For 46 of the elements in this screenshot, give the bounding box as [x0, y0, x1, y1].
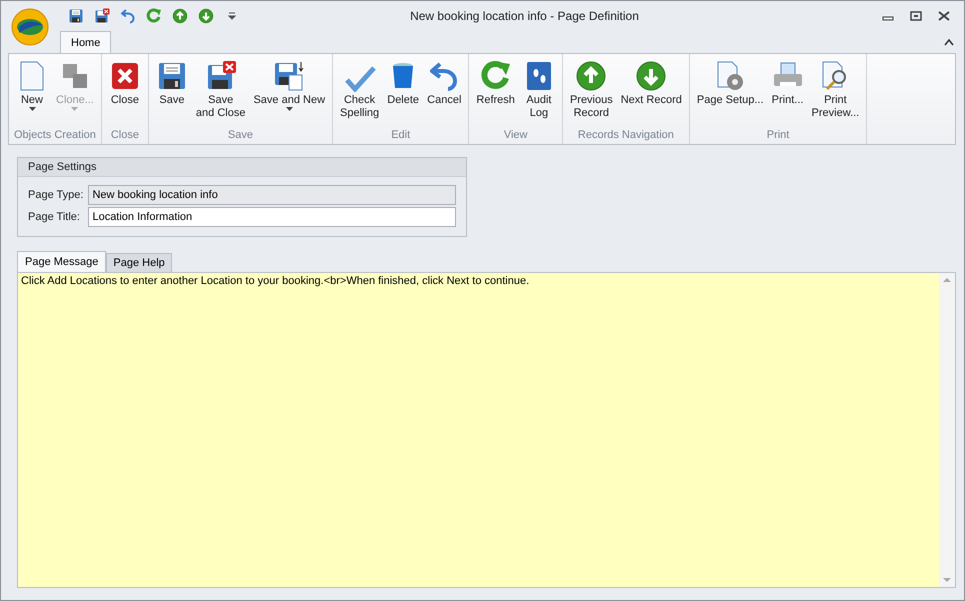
ribbon-button[interactable]: Page Setup... [694, 54, 767, 128]
up-arrow-circle-icon [575, 60, 608, 92]
ribbon-button[interactable]: Save and Close [192, 54, 248, 128]
caret-icon [286, 107, 293, 111]
restore-icon [910, 11, 922, 21]
ribbon-button[interactable]: Close [106, 54, 144, 128]
panel-title: Page Settings [18, 158, 466, 177]
dropdown-icon [228, 12, 236, 20]
up-arrow-circle-icon [172, 8, 188, 24]
refresh-icon [480, 60, 512, 92]
text-field[interactable]: Location Information [88, 207, 456, 227]
undo-arrow-icon [120, 8, 136, 24]
group-label: Print [766, 128, 790, 143]
ribbon-button[interactable]: New [13, 54, 51, 128]
ribbon-button[interactable]: Cancel [424, 54, 464, 128]
app-logo-icon[interactable] [11, 8, 49, 46]
ribbon-button[interactable]: Audit Log [520, 54, 558, 128]
ribbon-button[interactable]: Delete [384, 54, 422, 128]
tab[interactable]: Page Message [17, 251, 106, 272]
close-icon [938, 11, 950, 21]
group-label: View [502, 128, 528, 143]
caret-icon [71, 107, 78, 111]
floppy-disk-close-icon [94, 8, 110, 24]
ribbon-button[interactable]: Print... [768, 54, 807, 128]
down-arrow-circle-icon [198, 8, 214, 24]
ribbon-button[interactable]: Print Preview... [808, 54, 862, 128]
group-label: Edit [390, 128, 412, 143]
down-arrow-circle-icon [635, 60, 668, 92]
window-title: New booking location info - Page Definition [409, 9, 640, 23]
ribbon-button[interactable]: Save [152, 54, 191, 128]
ribbon-button[interactable]: Next Record [618, 54, 685, 128]
ribbon-tab[interactable]: Home [60, 31, 112, 53]
caret-icon [28, 107, 36, 111]
ribbon-button[interactable]: Refresh [473, 54, 518, 128]
group-label: Records Navigation [576, 128, 675, 143]
group-label: Close [110, 128, 140, 143]
floppy-disk-page-icon [273, 60, 306, 92]
ribbon-button[interactable]: Previous Record [566, 54, 616, 128]
ribbon-button[interactable]: Save and New [250, 54, 328, 128]
ribbon-button[interactable]: Check Spelling [337, 54, 382, 128]
refresh-icon [146, 8, 162, 24]
group-label: Save [226, 128, 254, 143]
field-label: Page Title: [28, 211, 81, 223]
field-label: Page Type: [28, 189, 84, 201]
group-label: Objects Creation [13, 128, 97, 143]
tab[interactable]: Page Help [106, 253, 172, 272]
